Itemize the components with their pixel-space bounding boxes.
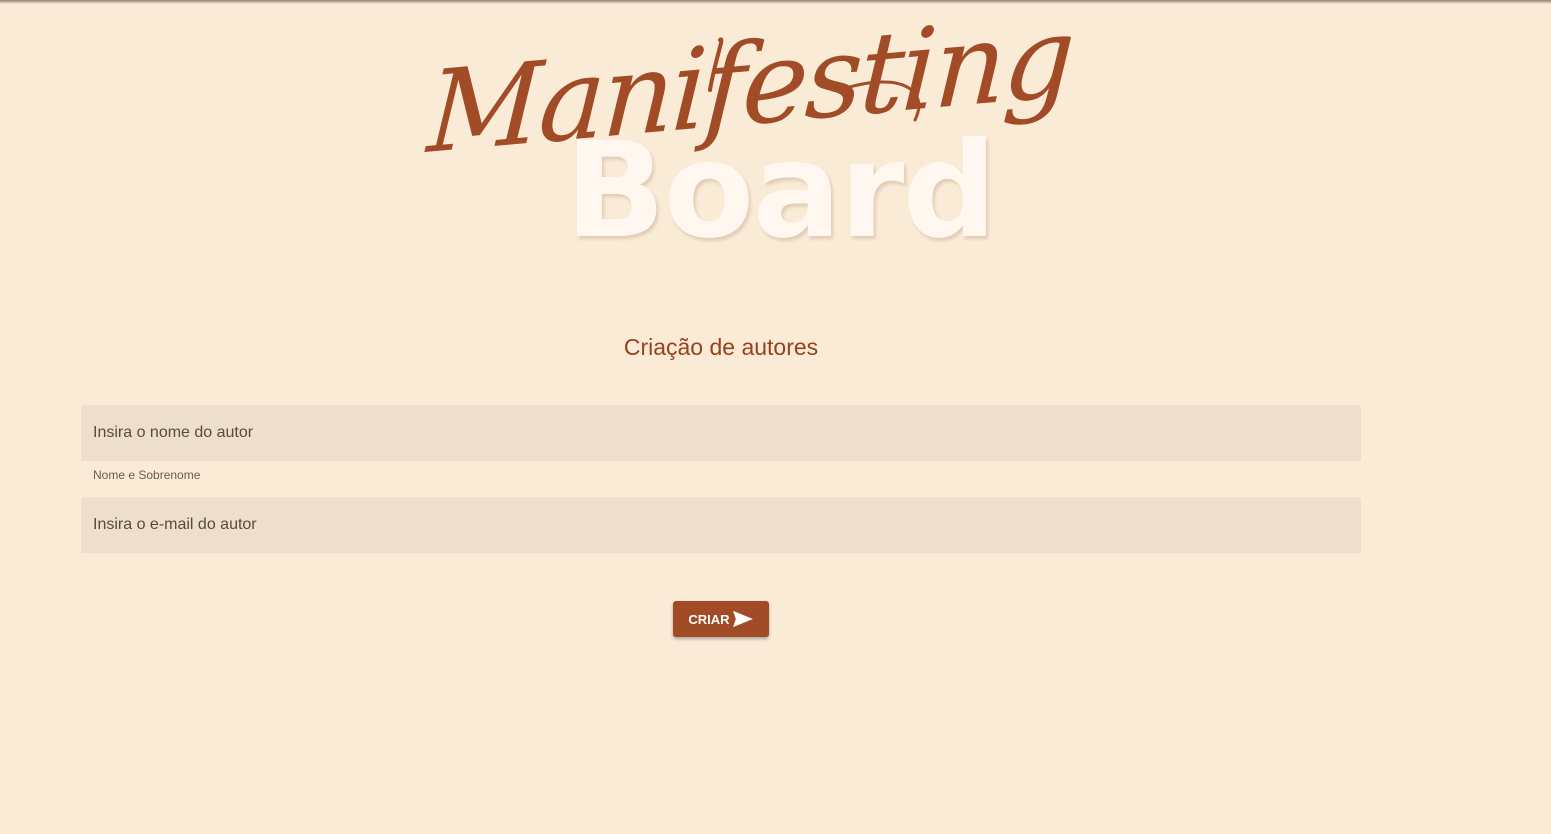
create-author-button[interactable]: CRIAR xyxy=(673,601,769,637)
send-icon xyxy=(732,610,753,628)
page-title: Criação de autores xyxy=(623,334,819,360)
logo-swash-decoration xyxy=(708,37,921,122)
create-button-label: CRIAR xyxy=(688,611,730,627)
author-email-field[interactable] xyxy=(81,497,1361,553)
top-toolbar-shadow xyxy=(0,0,1551,4)
author-name-field[interactable] xyxy=(81,405,1361,461)
author-name-input[interactable] xyxy=(81,405,1361,461)
author-name-hint: Nome e Sobrenome xyxy=(93,468,201,482)
manifesting-board-logo: Board Manifesting xyxy=(420,0,1076,270)
author-email-input[interactable] xyxy=(81,497,1361,553)
